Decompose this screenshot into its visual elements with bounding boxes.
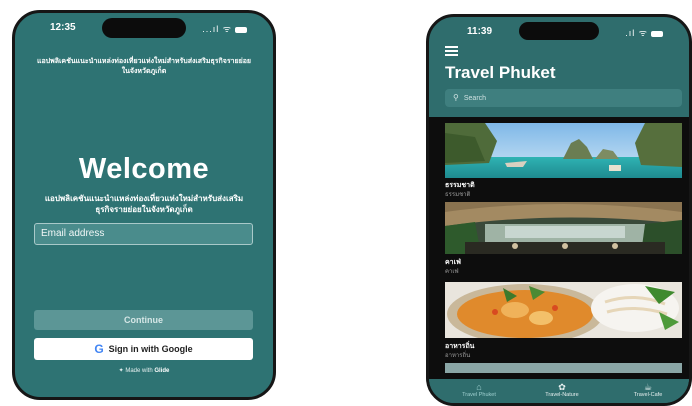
status-time: 12:35 — [50, 22, 76, 33]
app-description-top: แอปพลิเคชันแนะนำแหล่งท่องเที่ยวแห่งใหม่ส… — [36, 58, 252, 75]
tab-label: Travel Phuket — [462, 392, 496, 398]
google-signin-label: Sign in with Google — [108, 344, 193, 354]
leaf-icon: ✿ — [558, 382, 566, 392]
card-subtitle-nature: ธรรมชาติ — [445, 192, 471, 198]
made-with-text: Made with — [125, 368, 153, 374]
status-icons: .ıl ᯤ — [625, 26, 663, 39]
category-feed[interactable]: ธรรมชาติ ธรรมชาติ คาเฟ่ คาเฟ่ อาหารถิ่น … — [429, 117, 689, 379]
search-placeholder: Search — [463, 95, 487, 102]
app-description: แอปพลิเคชันแนะนำแหล่งท่องเที่ยวแห่งใหม่ส… — [44, 194, 244, 214]
card-subtitle-food: อาหารถิ่น — [445, 353, 471, 359]
card-image-peek[interactable] — [445, 363, 682, 373]
tab-travel-cafe[interactable]: ☕ Travel-Cafe — [618, 382, 678, 398]
search-input[interactable]: ⚲ Search — [445, 89, 682, 107]
glide-icon: ✦ — [118, 368, 124, 374]
continue-button[interactable]: Continue — [34, 310, 253, 330]
hamburger-menu-icon[interactable] — [445, 46, 458, 58]
signal-icon: .ıl ᯤ — [625, 28, 648, 38]
search-icon: ⚲ — [453, 93, 459, 102]
tab-label: Travel-Nature — [545, 392, 579, 398]
glide-brand: Glide — [154, 368, 170, 374]
google-icon: G — [94, 342, 104, 356]
cafe-photo — [445, 202, 682, 254]
nature-photo — [445, 123, 682, 178]
coffee-icon: ☕ — [643, 382, 653, 392]
signal-icon: ...ıl ᯤ — [202, 24, 232, 34]
status-time: 11:39 — [467, 26, 493, 37]
google-signin-button[interactable]: G Sign in with Google — [34, 338, 253, 360]
email-field[interactable]: Email address — [34, 223, 253, 245]
battery-icon — [235, 26, 247, 33]
card-image-cafe[interactable] — [445, 202, 682, 254]
made-with-glide[interactable]: ✦ Made with Glide — [15, 367, 273, 374]
tab-travel-phuket[interactable]: ⌂ Travel Phuket — [449, 382, 509, 398]
welcome-heading: Welcome — [78, 153, 210, 185]
travel-phone: 11:39 .ıl ᯤ Travel Phuket ⚲ Search ธรรมช… — [426, 14, 692, 406]
status-icons: ...ıl ᯤ — [202, 22, 247, 35]
home-icon: ⌂ — [476, 382, 482, 392]
battery-icon — [651, 30, 663, 37]
tab-travel-nature[interactable]: ✿ Travel-Nature — [532, 382, 592, 398]
card-image-food[interactable] — [445, 282, 682, 338]
dynamic-island — [519, 22, 599, 40]
food-photo — [445, 282, 682, 338]
page-title: Travel Phuket — [445, 63, 556, 82]
login-phone: 12:35 ...ıl ᯤ แอปพลิเคชันแนะนำแหล่งท่องเ… — [12, 10, 276, 400]
tab-label: Travel-Cafe — [633, 392, 663, 398]
dynamic-island — [102, 18, 186, 38]
card-image-nature[interactable] — [445, 123, 682, 178]
card-subtitle-cafe: คาเฟ่ — [445, 269, 459, 275]
bottom-tab-bar: ⌂ Travel Phuket ✿ Travel-Nature ☕ Travel… — [429, 379, 689, 403]
